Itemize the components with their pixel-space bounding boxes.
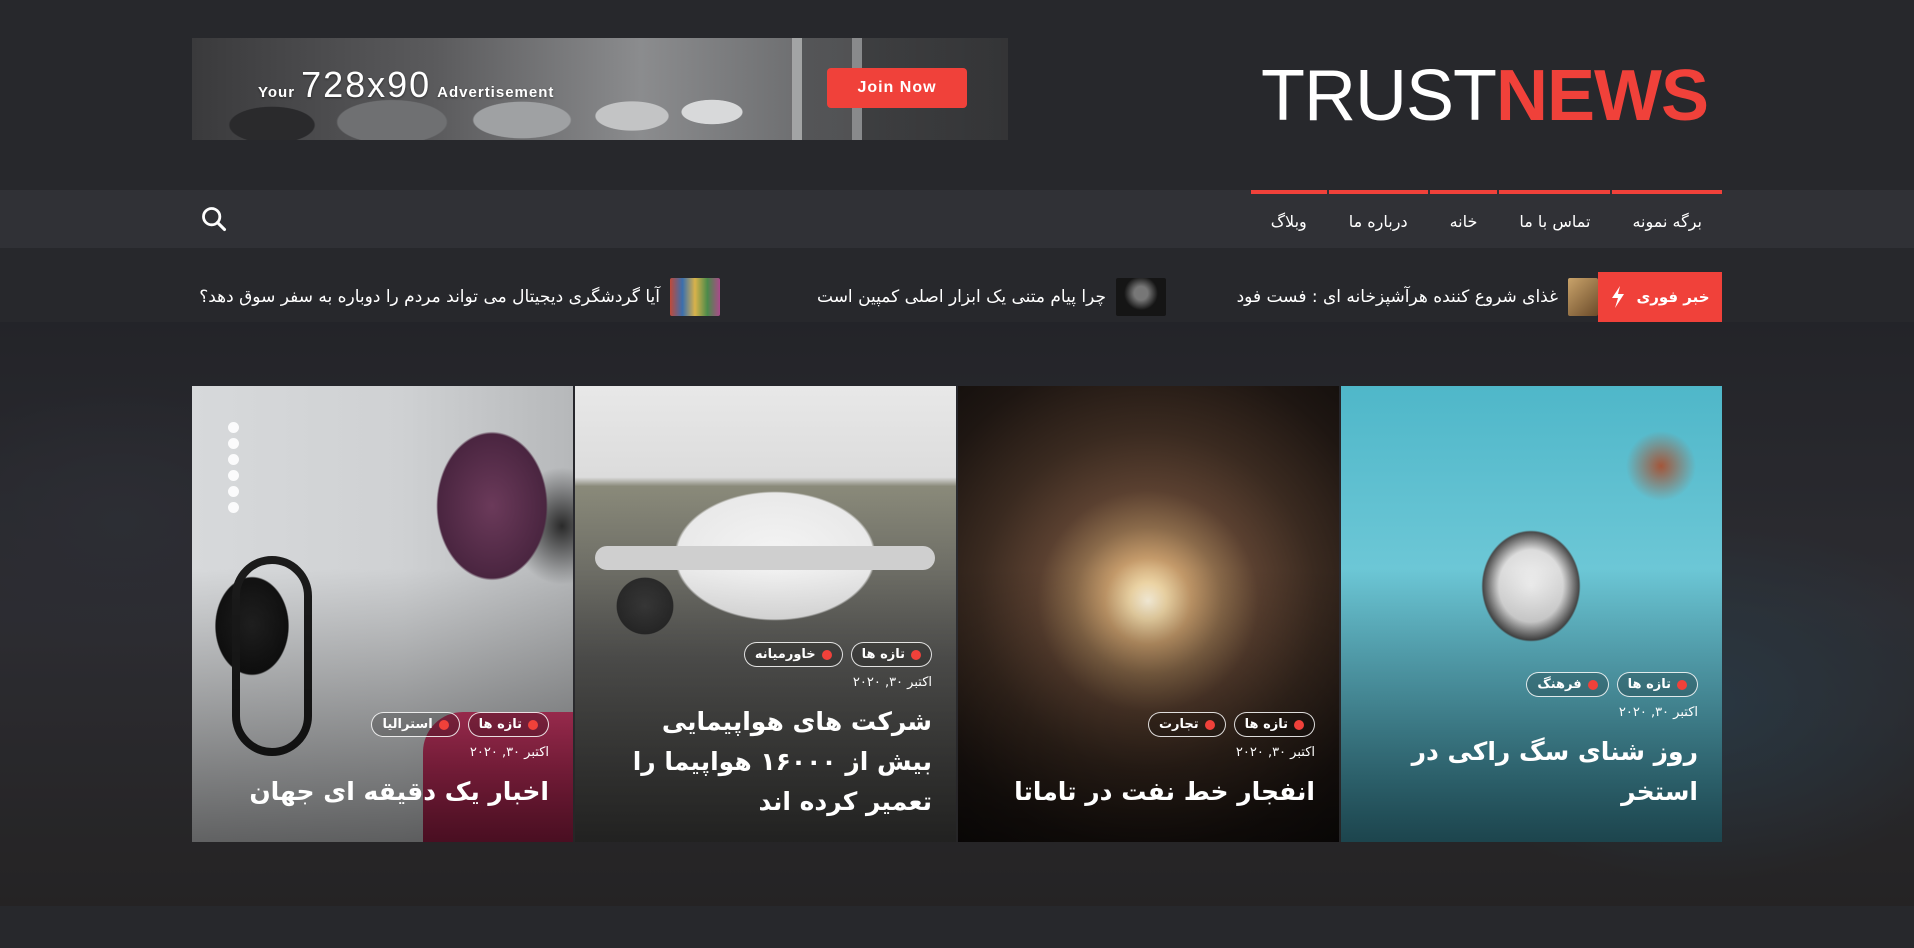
tag-dot bbox=[821, 649, 832, 660]
featured-card[interactable]: تازه ها فرهنگ اکتبر ۳۰, ۲۰۲۰ روز شنای سگ… bbox=[1341, 386, 1722, 842]
tag-dot bbox=[528, 719, 538, 730]
breaking-news-ticker: خبر فوری غذای شروع کننده هرآشپزخانه ای :… bbox=[192, 272, 1722, 322]
breaking-news-text: خبر فوری bbox=[1636, 288, 1710, 306]
card-meta: تازه ها تجارت اکتبر ۳۰, ۲۰۲۰ انفجار خط ن… bbox=[982, 712, 1315, 812]
bolt-icon bbox=[1612, 286, 1625, 308]
tag-latest[interactable]: تازه ها bbox=[1233, 712, 1315, 737]
ad-prefix: Your bbox=[258, 84, 296, 101]
card-tags: تازه ها استرالیا bbox=[216, 712, 549, 737]
slider-dot[interactable] bbox=[228, 470, 239, 481]
site-header: Your 728x90 Advertisement Join Now TRUSTNE… bbox=[0, 0, 1914, 190]
featured-slider: تازه ها استرالیا اکتبر ۳۰, ۲۰۲۰ اخبار یک… bbox=[192, 386, 1722, 842]
tag-category[interactable]: تجارت bbox=[1147, 712, 1226, 737]
slider-dot[interactable] bbox=[228, 438, 239, 449]
ticker-thumbnail bbox=[1568, 278, 1598, 316]
slider-dot[interactable] bbox=[228, 502, 239, 513]
ticker-item[interactable]: غذای شروع کننده هرآشپزخانه ای : فست فود bbox=[1237, 272, 1598, 322]
tag-label: تجارت bbox=[1158, 717, 1199, 732]
nav-menu: برگه نمونه تماس با ما خانه درباره ما وبل… bbox=[1249, 190, 1722, 248]
nav-item-home[interactable]: خانه bbox=[1429, 190, 1498, 248]
ad-join-button[interactable]: Join Now bbox=[827, 68, 967, 108]
card-title[interactable]: انفجار خط نفت در تاماتا bbox=[982, 772, 1315, 812]
logo-trust: TRUST bbox=[1261, 56, 1497, 136]
ad-size: 728x90 bbox=[301, 64, 432, 105]
tag-latest[interactable]: تازه ها bbox=[467, 712, 549, 737]
advertisement-banner[interactable]: Your 728x90 Advertisement Join Now bbox=[192, 38, 1008, 140]
ad-text: Your 728x90 Advertisement bbox=[258, 64, 554, 106]
tag-category[interactable]: فرهنگ bbox=[1526, 672, 1609, 697]
featured-card[interactable]: تازه ها تجارت اکتبر ۳۰, ۲۰۲۰ انفجار خط ن… bbox=[958, 386, 1339, 842]
site-logo[interactable]: TRUSTNEWS bbox=[1261, 56, 1709, 136]
slider-dots[interactable] bbox=[228, 422, 239, 513]
tag-category[interactable]: استرالیا bbox=[371, 712, 460, 737]
tag-label: تازه ها bbox=[1244, 717, 1288, 732]
tag-label: فرهنگ bbox=[1537, 677, 1582, 692]
tag-latest[interactable]: تازه ها bbox=[1616, 672, 1698, 697]
tag-dot bbox=[911, 649, 921, 660]
card-date: اکتبر ۳۰, ۲۰۲۰ bbox=[1618, 705, 1698, 720]
ad-suffix: Advertisement bbox=[437, 84, 555, 101]
card-meta: تازه ها فرهنگ اکتبر ۳۰, ۲۰۲۰ روز شنای سگ… bbox=[1365, 672, 1698, 812]
card-tags: تازه ها تجارت bbox=[982, 712, 1315, 737]
main-navigation: برگه نمونه تماس با ما خانه درباره ما وبل… bbox=[0, 190, 1914, 248]
search-icon[interactable] bbox=[200, 205, 228, 233]
featured-card[interactable]: تازه ها استرالیا اکتبر ۳۰, ۲۰۲۰ اخبار یک… bbox=[192, 386, 573, 842]
slider-dot[interactable] bbox=[228, 422, 239, 433]
ticker-item[interactable]: چرا پیام متنی یک ابزار اصلی کمپین است bbox=[817, 272, 1166, 322]
ticker-item[interactable]: آیا گردشگری دیجیتال می تواند مردم را دوب… bbox=[199, 272, 720, 322]
tag-label: تازه ها bbox=[1627, 677, 1671, 692]
ticker-item-text: چرا پیام متنی یک ابزار اصلی کمپین است bbox=[817, 287, 1106, 307]
tag-label: تازه ها bbox=[478, 717, 522, 732]
slider-dot[interactable] bbox=[228, 454, 239, 465]
tag-label: تازه ها bbox=[861, 647, 905, 662]
ticker-item-text: غذای شروع کننده هرآشپزخانه ای : فست فود bbox=[1236, 287, 1558, 307]
card-date: اکتبر ۳۰, ۲۰۲۰ bbox=[852, 675, 932, 690]
card-meta: تازه ها استرالیا اکتبر ۳۰, ۲۰۲۰ اخبار یک… bbox=[216, 712, 549, 812]
ticker-thumbnail bbox=[1116, 278, 1166, 316]
card-title[interactable]: روز شنای سگ راکی در استخر bbox=[1365, 732, 1698, 812]
nav-item-sample-page[interactable]: برگه نمونه bbox=[1612, 190, 1722, 248]
nav-item-blog[interactable]: وبلاگ bbox=[1250, 190, 1327, 248]
tag-dot bbox=[1587, 679, 1598, 690]
breaking-news-label: خبر فوری bbox=[1598, 272, 1722, 322]
card-tags: تازه ها فرهنگ bbox=[1365, 672, 1698, 697]
tag-label: خاورمیانه bbox=[754, 647, 816, 662]
logo-news: NEWS bbox=[1496, 56, 1709, 136]
nav-item-about[interactable]: درباره ما bbox=[1328, 190, 1428, 248]
card-title[interactable]: شرکت های هواپیمایی بیش از ۱۶۰۰۰ هواپیما … bbox=[599, 702, 932, 822]
card-date: اکتبر ۳۰, ۲۰۲۰ bbox=[469, 745, 549, 760]
card-tags: تازه ها خاورمیانه bbox=[599, 642, 932, 667]
card-meta: تازه ها خاورمیانه اکتبر ۳۰, ۲۰۲۰ شرکت ها… bbox=[599, 642, 932, 822]
tag-dot bbox=[1204, 719, 1215, 730]
ticker-thumbnail bbox=[670, 278, 720, 316]
tag-category[interactable]: خاورمیانه bbox=[743, 642, 843, 667]
bottom-strip bbox=[0, 906, 1914, 948]
featured-card[interactable]: تازه ها خاورمیانه اکتبر ۳۰, ۲۰۲۰ شرکت ها… bbox=[575, 386, 956, 842]
slider-dot[interactable] bbox=[228, 486, 239, 497]
card-title[interactable]: اخبار یک دقیقه ای جهان bbox=[216, 772, 549, 812]
nav-item-contact[interactable]: تماس با ما bbox=[1499, 190, 1611, 248]
ticker-item-text: آیا گردشگری دیجیتال می تواند مردم را دوب… bbox=[199, 287, 660, 307]
tag-dot bbox=[1677, 679, 1687, 690]
card-date: اکتبر ۳۰, ۲۰۲۰ bbox=[1235, 745, 1315, 760]
tag-dot bbox=[438, 719, 449, 730]
tag-label: استرالیا bbox=[382, 717, 433, 732]
tag-dot bbox=[1294, 719, 1304, 730]
tag-latest[interactable]: تازه ها bbox=[850, 642, 932, 667]
